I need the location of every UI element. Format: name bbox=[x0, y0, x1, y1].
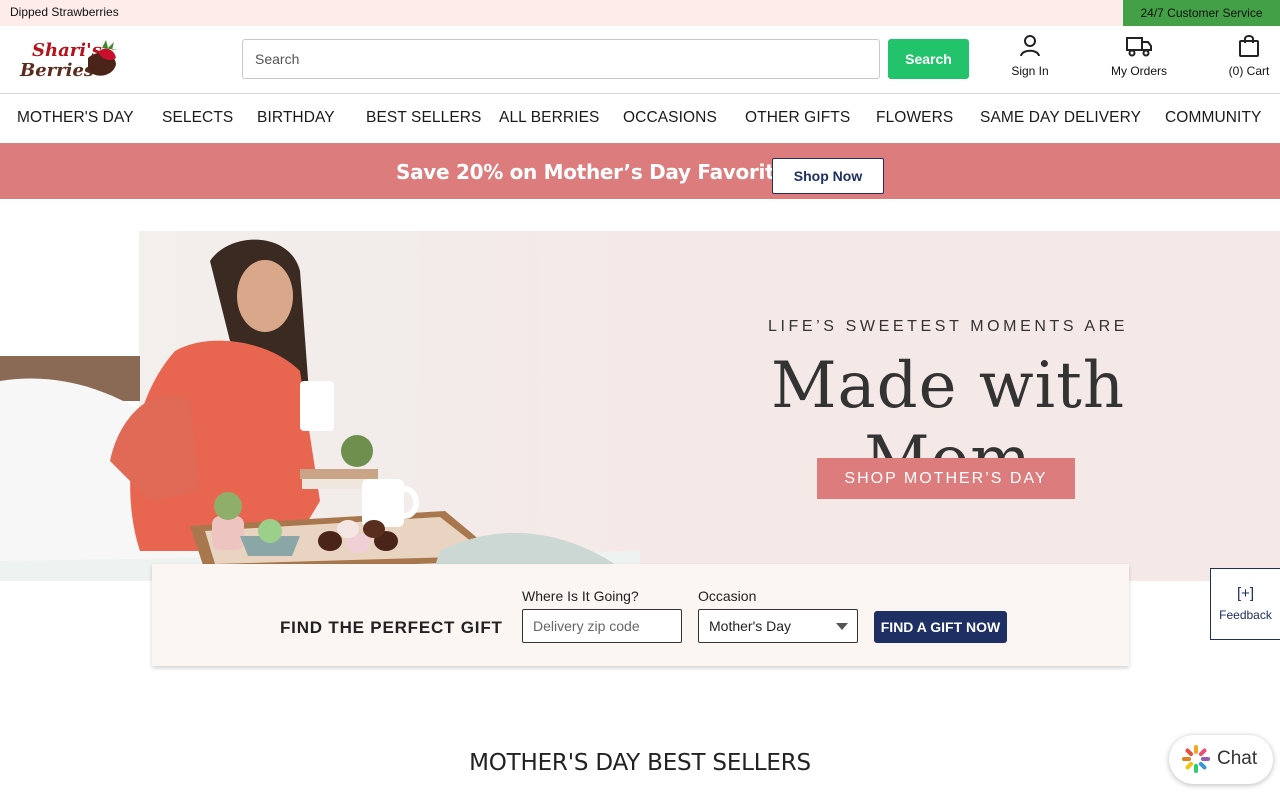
promo-banner: Save 20% on Mother’s Day Favorites! Shop… bbox=[0, 143, 1280, 199]
chat-label: Chat bbox=[1217, 748, 1258, 769]
feedback-icon: [+] bbox=[1236, 585, 1255, 602]
nav-birthday[interactable]: BIRTHDAY bbox=[257, 109, 335, 127]
search-button[interactable]: Search bbox=[888, 39, 969, 79]
occasion-label: Occasion bbox=[698, 588, 757, 604]
cart-link[interactable]: (0) Cart bbox=[1222, 34, 1276, 78]
nav-mothers-day[interactable]: MOTHER'S DAY bbox=[17, 109, 134, 127]
nav-flowers[interactable]: FLOWERS bbox=[876, 109, 953, 127]
gift-finder-title: FIND THE PERFECT GIFT bbox=[280, 618, 503, 637]
customer-service-link[interactable]: 24/7 Customer Service bbox=[1123, 0, 1280, 26]
feedback-label: Feedback bbox=[1219, 608, 1272, 622]
dipped-strawberries-link[interactable]: Dipped Strawberries bbox=[10, 5, 119, 19]
hero-eyebrow: LIFE’S SWEETEST MOMENTS ARE bbox=[767, 318, 1129, 335]
site-header: Shari's Berries Search Sign In My Orders… bbox=[0, 26, 1280, 94]
cart-label: (0) Cart bbox=[1228, 64, 1270, 78]
chat-button[interactable]: Chat bbox=[1169, 735, 1273, 784]
nav-all-berries[interactable]: ALL BERRIES bbox=[499, 109, 599, 127]
nav-selects[interactable]: SELECTS bbox=[162, 109, 233, 127]
chat-flower-icon bbox=[1182, 745, 1210, 773]
top-utility-bar: Dipped Strawberries 24/7 Customer Servic… bbox=[0, 0, 1280, 26]
nav-other-gifts[interactable]: OTHER GIFTS bbox=[745, 109, 850, 127]
main-nav: MOTHER'S DAY SELECTS BIRTHDAY BEST SELLE… bbox=[0, 95, 1280, 143]
sign-in-label: Sign In bbox=[1011, 64, 1049, 78]
hero-banner[interactable]: LIFE’S SWEETEST MOMENTS ARE Made with Mo… bbox=[0, 231, 1280, 581]
my-orders-label: My Orders bbox=[1110, 64, 1167, 78]
sign-in-link[interactable]: Sign In bbox=[1004, 34, 1056, 78]
user-icon bbox=[1020, 35, 1040, 57]
search-input[interactable] bbox=[242, 39, 880, 79]
site-logo[interactable]: Shari's Berries bbox=[18, 36, 122, 81]
svg-text:Berries: Berries bbox=[19, 60, 94, 80]
truck-icon bbox=[1126, 37, 1152, 57]
nav-occasions[interactable]: OCCASIONS bbox=[623, 109, 717, 127]
hero-photo bbox=[0, 231, 640, 581]
occasion-value: Mother's Day bbox=[709, 618, 792, 634]
best-sellers-heading: MOTHER'S DAY BEST SELLERS bbox=[469, 750, 811, 776]
find-gift-button[interactable]: FIND A GIFT NOW bbox=[874, 611, 1007, 643]
nav-same-day-delivery[interactable]: SAME DAY DELIVERY bbox=[980, 109, 1141, 127]
nav-community[interactable]: COMMUNITY bbox=[1165, 109, 1261, 127]
shop-mothers-day-button[interactable]: SHOP MOTHER’S DAY bbox=[817, 458, 1075, 499]
zip-label: Where Is It Going? bbox=[522, 588, 639, 604]
zip-code-input[interactable] bbox=[522, 609, 682, 643]
promo-message: Save 20% on Mother’s Day Favorites! bbox=[396, 160, 809, 184]
shop-now-button[interactable]: Shop Now bbox=[772, 158, 884, 194]
nav-best-sellers[interactable]: BEST SELLERS bbox=[366, 109, 482, 127]
occasion-select[interactable]: Mother's Day bbox=[698, 609, 858, 643]
strawberry-logo-icon: Shari's Berries bbox=[19, 40, 118, 81]
feedback-tab[interactable]: [+] Feedback bbox=[1210, 568, 1280, 640]
my-orders-link[interactable]: My Orders bbox=[1104, 34, 1174, 78]
chevron-down-icon bbox=[836, 623, 848, 630]
shopping-bag-icon bbox=[1239, 35, 1259, 57]
gift-finder: FIND THE PERFECT GIFT Where Is It Going?… bbox=[152, 564, 1129, 666]
